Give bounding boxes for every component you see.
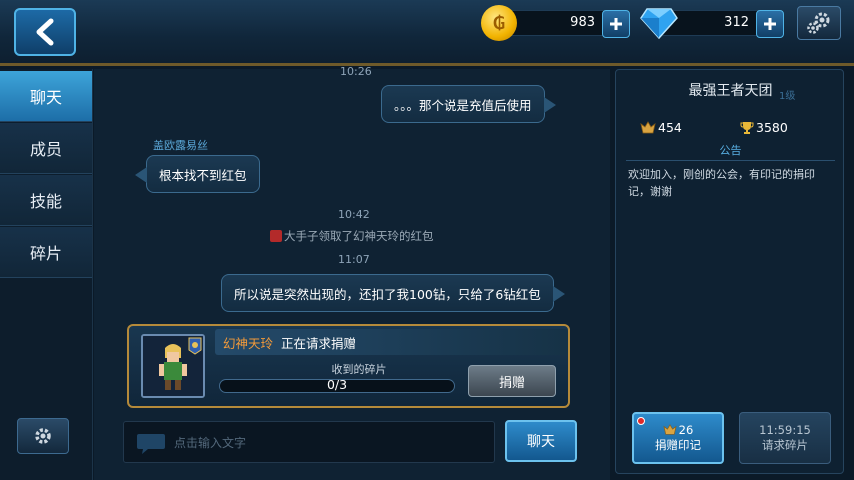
sender-name[interactable]: 盖欧露易丝	[153, 137, 208, 153]
guild-name: 最强王者天团	[688, 83, 773, 99]
chat-settings-button[interactable]	[17, 418, 69, 454]
trophy-icon	[740, 121, 754, 134]
donate-marks-button[interactable]: 26 捐赠印记	[632, 412, 724, 464]
gear-icon	[35, 428, 51, 444]
guild-level: 1级	[779, 91, 796, 102]
add-gold-button[interactable]	[602, 10, 630, 38]
plus-icon	[610, 18, 622, 30]
gold-counter: ₲ 983	[481, 5, 630, 41]
gold-value: 983	[570, 15, 595, 30]
send-chat-button[interactable]: 聊天	[505, 420, 577, 462]
donate-marks-label: 捐赠印记	[655, 438, 701, 452]
donation-header: 幻神天玲 正在请求捐赠	[215, 329, 568, 355]
sidebar: 聊天 成员 技能 碎片	[0, 69, 93, 480]
gears-icon	[807, 12, 830, 34]
top-bar: ₲ 983 312	[0, 0, 854, 66]
guild-stat-marks: 454	[640, 120, 682, 135]
plus-icon	[764, 18, 776, 30]
donate-button[interactable]: 捐赠	[468, 365, 556, 397]
chat-bubble-self: 。。。那个说是充值后使用	[381, 85, 556, 123]
chat-area: 10:26 。。。那个说是充值后使用 盖欧露易丝 根本找不到红包 10:42 大…	[94, 65, 610, 480]
red-packet-icon	[270, 230, 282, 242]
settings-button[interactable]	[797, 6, 841, 40]
chat-input-placeholder: 点击输入文字	[174, 435, 247, 450]
donation-status: 正在请求捐赠	[281, 335, 357, 351]
guild-stat-trophies: 3580	[740, 120, 788, 135]
add-gems-button[interactable]	[756, 10, 784, 38]
gem-counter: 312	[640, 8, 784, 40]
back-arrow-icon	[36, 18, 54, 46]
system-message-text: 大手子领取了幻神天玲的红包	[284, 229, 434, 243]
marks-count: 26	[663, 423, 694, 437]
timestamp: 11:07	[338, 253, 370, 266]
timestamp: 10:26	[340, 65, 372, 78]
speech-bubble-icon	[137, 434, 165, 454]
tab-skills[interactable]: 技能	[0, 175, 92, 226]
tab-fragments[interactable]: 碎片	[0, 227, 92, 278]
notice-text: 欢迎加入，刚创的公会，有印记的捐印记，谢谢	[628, 168, 815, 198]
request-fragments-button[interactable]: 11:59:15 请求碎片	[739, 412, 831, 464]
donation-request-card: 幻神天玲 正在请求捐赠 收到的碎片 0/3 捐赠	[127, 324, 570, 408]
tab-members[interactable]: 成员	[0, 123, 92, 174]
notification-dot	[637, 417, 645, 425]
hero-portrait	[141, 334, 205, 398]
notice-title: 公告	[626, 142, 835, 161]
chat-input[interactable]: 点击输入文字	[123, 421, 495, 463]
chat-bubble-other: 根本找不到红包	[135, 155, 260, 193]
rank-badge-icon	[188, 337, 202, 355]
guild-emblem-icon	[663, 424, 677, 435]
request-timer: 11:59:15	[759, 423, 811, 437]
chat-bubble-self: 所以说是突然出现的，还扣了我100钻，只给了6钻红包	[221, 274, 565, 312]
diamond-icon	[640, 8, 678, 40]
tab-chat[interactable]: 聊天	[0, 71, 92, 122]
fragments-received-label: 收到的碎片	[331, 363, 387, 376]
guild-stat-marks-value: 454	[658, 120, 682, 135]
back-button[interactable]	[14, 8, 76, 56]
timestamp: 10:42	[338, 208, 370, 221]
request-fragments-label: 请求碎片	[762, 438, 808, 452]
gem-value: 312	[724, 15, 749, 30]
fragment-progress-text: 0/3	[326, 377, 348, 392]
guild-info-panel: 最强王者天团 1级 454 3580 公告 欢迎加入，刚创的公会，有印记的捐印记…	[615, 69, 844, 474]
guild-stat-trophies-value: 3580	[756, 120, 788, 135]
gold-coin-icon: ₲	[481, 5, 517, 41]
marks-count-value: 26	[678, 423, 694, 437]
guild-emblem-icon	[640, 120, 656, 133]
system-message: 大手子领取了幻神天玲的红包	[270, 228, 434, 244]
hero-name: 幻神天玲	[223, 335, 274, 351]
